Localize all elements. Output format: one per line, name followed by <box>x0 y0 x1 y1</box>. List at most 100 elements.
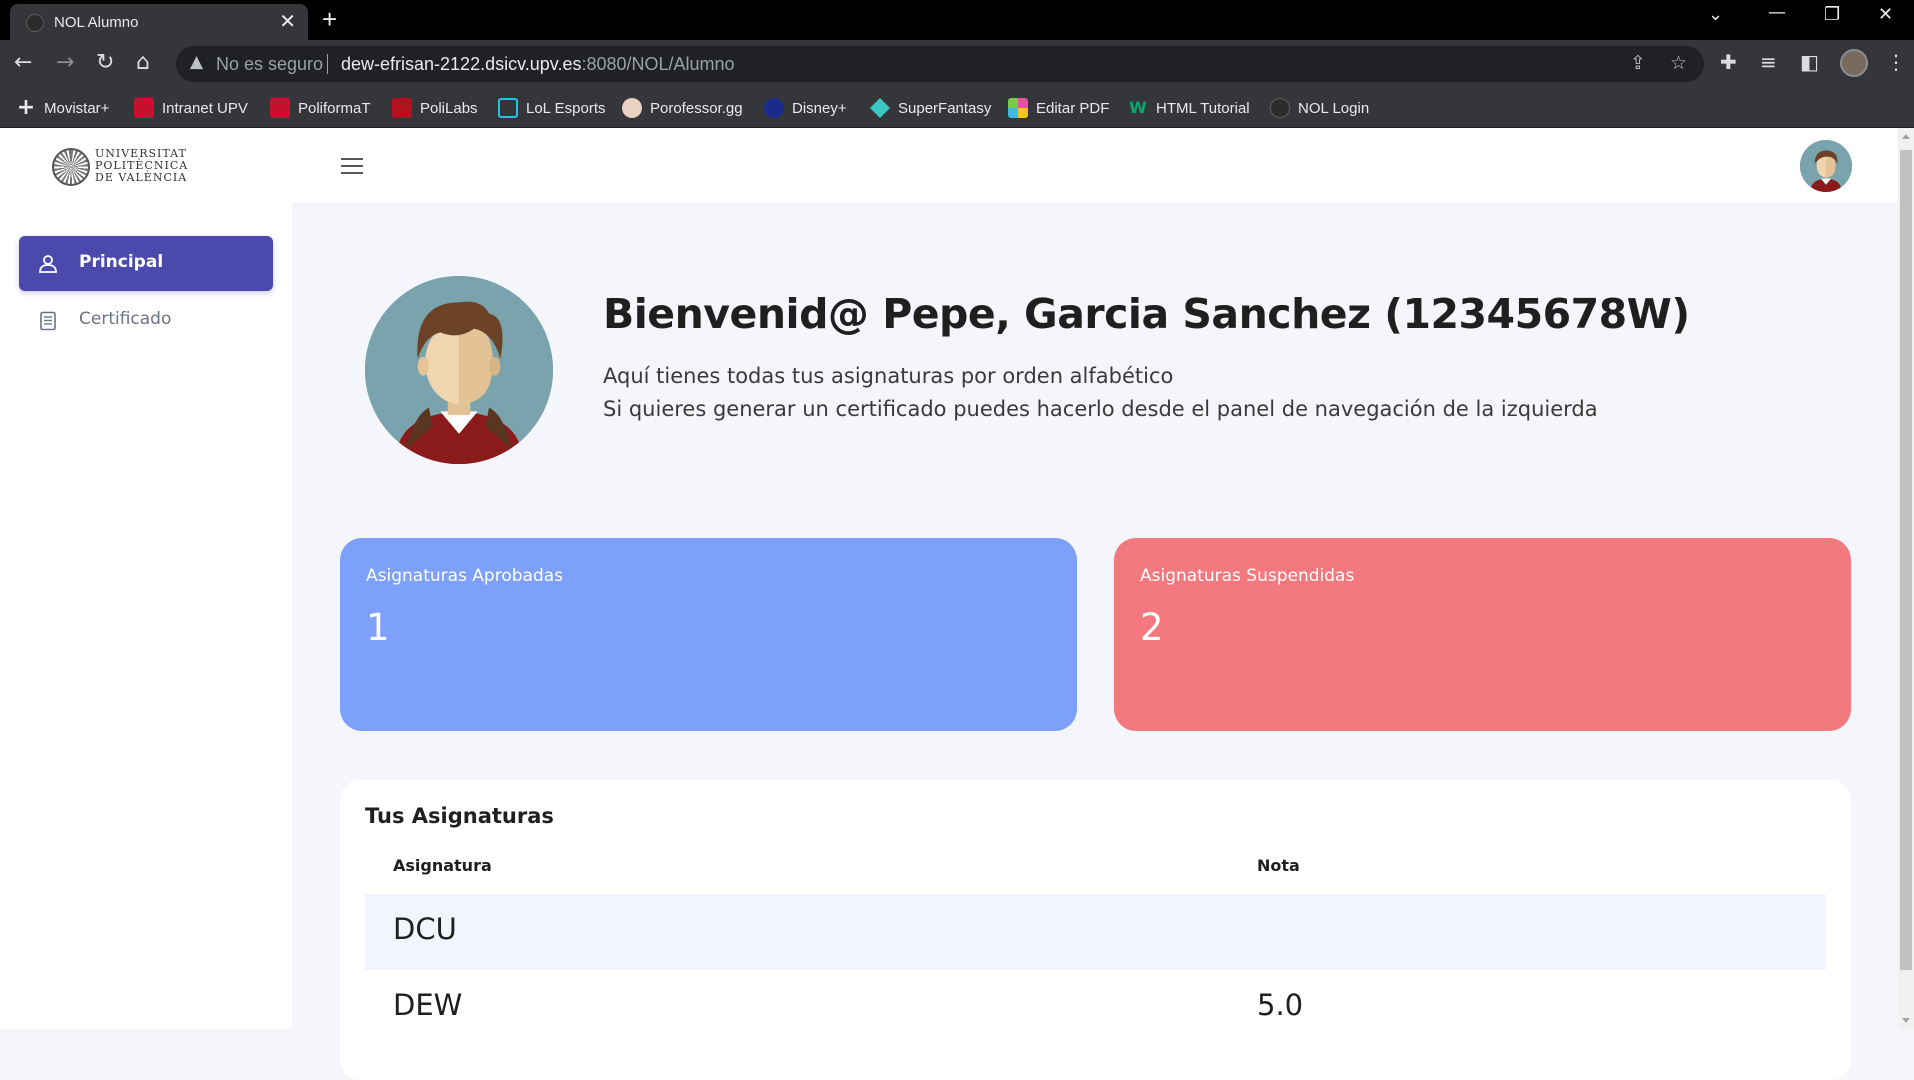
app-header: UNIVERSITAT POLITÈCNICA DE VALÈNCIA <box>0 128 1898 202</box>
gem-icon <box>870 98 890 118</box>
bookmark-label: NOL Login <box>1298 99 1370 117</box>
reload-icon[interactable]: ↻ <box>96 52 114 74</box>
media-icon[interactable]: ≡ <box>1760 50 1777 74</box>
bookmark-label: PoliformaT <box>298 99 371 117</box>
bookmark-html-tutorial[interactable]: W HTML Tutorial <box>1128 96 1250 120</box>
url-text[interactable]: dew-efrisan-2122.dsicv.upv.es:8080/NOL/A… <box>341 54 735 75</box>
table-row: DEW 5.0 <box>365 970 1826 1046</box>
url-host: dew-efrisan-2122.dsicv.upv.es <box>341 54 582 74</box>
scroll-thumb[interactable] <box>1900 150 1912 970</box>
upv-logo-text[interactable]: UNIVERSITAT POLITÈCNICA DE VALÈNCIA <box>95 148 188 184</box>
welcome-heading: Bienvenid@ Pepe, Garcia Sanchez (1234567… <box>603 290 1690 338</box>
star-icon[interactable]: ☆ <box>1670 52 1687 74</box>
bookmark-label: PoliLabs <box>420 99 478 117</box>
tab-search-icon[interactable]: ⌄ <box>1708 4 1723 25</box>
divider <box>327 54 328 74</box>
bookmark-disney[interactable]: Disney+ <box>764 96 847 120</box>
profile-icon[interactable] <box>1840 49 1868 77</box>
failed-subjects-title: Asignaturas Suspendidas <box>1140 566 1355 586</box>
new-tab-button[interactable]: + <box>322 6 337 32</box>
subjects-table-title: Tus Asignaturas <box>365 804 554 828</box>
bookmark-polilabs[interactable]: PoliLabs <box>392 96 478 120</box>
upv-icon <box>134 98 154 118</box>
extensions-icon[interactable]: ✚ <box>1720 50 1737 74</box>
bookmark-porofessor[interactable]: Porofessor.gg <box>622 96 743 120</box>
close-window-icon[interactable]: ✕ <box>1878 4 1893 25</box>
bookmark-label: Porofessor.gg <box>650 99 743 117</box>
address-bar[interactable]: ▲ No es seguro dew-efrisan-2122.dsicv.up… <box>176 46 1704 82</box>
sidebar-item-label: Principal <box>79 252 164 272</box>
bookmark-editar-pdf[interactable]: Editar PDF <box>1008 96 1109 120</box>
bookmark-lol-esports[interactable]: LoL Esports <box>498 96 606 120</box>
bookmark-label: Intranet UPV <box>162 99 248 117</box>
bookmark-poliformat[interactable]: PoliformaT <box>270 96 371 120</box>
sidebar-item-label: Certificado <box>79 309 172 329</box>
document-icon <box>40 311 56 331</box>
column-header-subject: Asignatura <box>393 856 492 875</box>
warning-icon[interactable]: ▲ <box>190 52 203 72</box>
bookmark-movistar[interactable]: + Movistar+ <box>16 95 110 120</box>
home-icon[interactable]: ⌂ <box>136 52 150 74</box>
plus-icon: + <box>16 95 36 120</box>
bookmark-label: SuperFantasy <box>898 99 992 117</box>
close-tab-icon[interactable]: ✕ <box>279 10 296 32</box>
grade-cell: 5.0 <box>1257 988 1304 1022</box>
poro-icon <box>622 98 642 118</box>
bookmark-label: Disney+ <box>792 99 847 117</box>
not-secure-label[interactable]: No es seguro <box>216 54 323 75</box>
minimize-icon[interactable]: — <box>1768 2 1786 23</box>
user-icon <box>39 255 57 273</box>
bookmark-label: Editar PDF <box>1036 99 1110 117</box>
logo-line: DE VALÈNCIA <box>95 171 188 184</box>
upv-icon <box>270 98 290 118</box>
bookmark-label: Movistar+ <box>44 99 110 117</box>
profile-avatar <box>365 276 553 464</box>
disney-icon <box>764 98 784 118</box>
browser-tab-strip: NOL Alumno ✕ + ⌄ — ❐ ✕ <box>0 0 1914 40</box>
lab-icon <box>392 98 412 118</box>
restore-icon[interactable]: ❐ <box>1824 4 1840 25</box>
approved-subjects-card: Asignaturas Aprobadas 1 <box>340 538 1077 731</box>
bookmark-label: HTML Tutorial <box>1156 99 1250 117</box>
tab-title: NOL Alumno <box>54 14 139 31</box>
failed-subjects-count: 2 <box>1140 606 1164 649</box>
page-scrollbar[interactable] <box>1898 128 1914 1029</box>
table-row: DCU <box>365 894 1826 970</box>
approved-subjects-title: Asignaturas Aprobadas <box>366 566 564 586</box>
browser-toolbar: ← → ↻ ⌂ ▲ No es seguro dew-efrisan-2122.… <box>0 40 1914 88</box>
subject-cell: DCU <box>393 912 457 946</box>
scroll-down-icon[interactable] <box>1902 1018 1910 1023</box>
bookmark-nol-login[interactable]: NOL Login <box>1270 96 1369 120</box>
sidebar-item-principal[interactable]: Principal <box>19 236 273 291</box>
lol-icon <box>498 98 518 118</box>
bookmark-superfantasy[interactable]: SuperFantasy <box>870 96 991 120</box>
menu-icon[interactable]: ⋮ <box>1886 50 1906 74</box>
w3-icon: W <box>1129 98 1147 117</box>
browser-tab[interactable]: NOL Alumno ✕ <box>10 4 308 40</box>
bookmark-label: LoL Esports <box>526 99 606 117</box>
intro-text-line2: Si quieres generar un certificado puedes… <box>603 397 1598 421</box>
sidebar: Principal Certificado <box>0 202 292 1029</box>
share-icon[interactable]: ⇪ <box>1630 52 1646 74</box>
back-icon[interactable]: ← <box>14 52 32 74</box>
main-content: Bienvenid@ Pepe, Garcia Sanchez (1234567… <box>292 202 1898 1080</box>
upv-logo-icon[interactable] <box>52 148 90 186</box>
avatar-icon <box>365 276 553 464</box>
avatar-icon <box>1800 140 1852 192</box>
user-avatar[interactable] <box>1800 140 1852 192</box>
column-header-grade: Nota <box>1257 856 1300 875</box>
url-path: :8080/NOL/Alumno <box>581 54 735 74</box>
scroll-up-icon[interactable] <box>1902 134 1910 139</box>
bookmark-intranet-upv[interactable]: Intranet UPV <box>134 96 248 120</box>
bookmarks-bar: + Movistar+ Intranet UPV PoliformaT Poli… <box>0 88 1914 128</box>
side-panel-icon[interactable]: ◧ <box>1800 50 1819 74</box>
globe-icon <box>1270 98 1290 118</box>
sidebar-item-certificado[interactable]: Certificado <box>19 293 273 348</box>
hamburger-menu-icon[interactable] <box>341 158 363 174</box>
globe-icon <box>26 14 44 32</box>
forward-icon[interactable]: → <box>56 52 74 74</box>
subjects-table-card: Tus Asignaturas Asignatura Nota DCU DEW … <box>340 780 1851 1080</box>
subject-cell: DEW <box>393 988 463 1022</box>
intro-text-line1: Aquí tienes todas tus asignaturas por or… <box>603 364 1174 388</box>
pdf-icon <box>1008 98 1028 118</box>
